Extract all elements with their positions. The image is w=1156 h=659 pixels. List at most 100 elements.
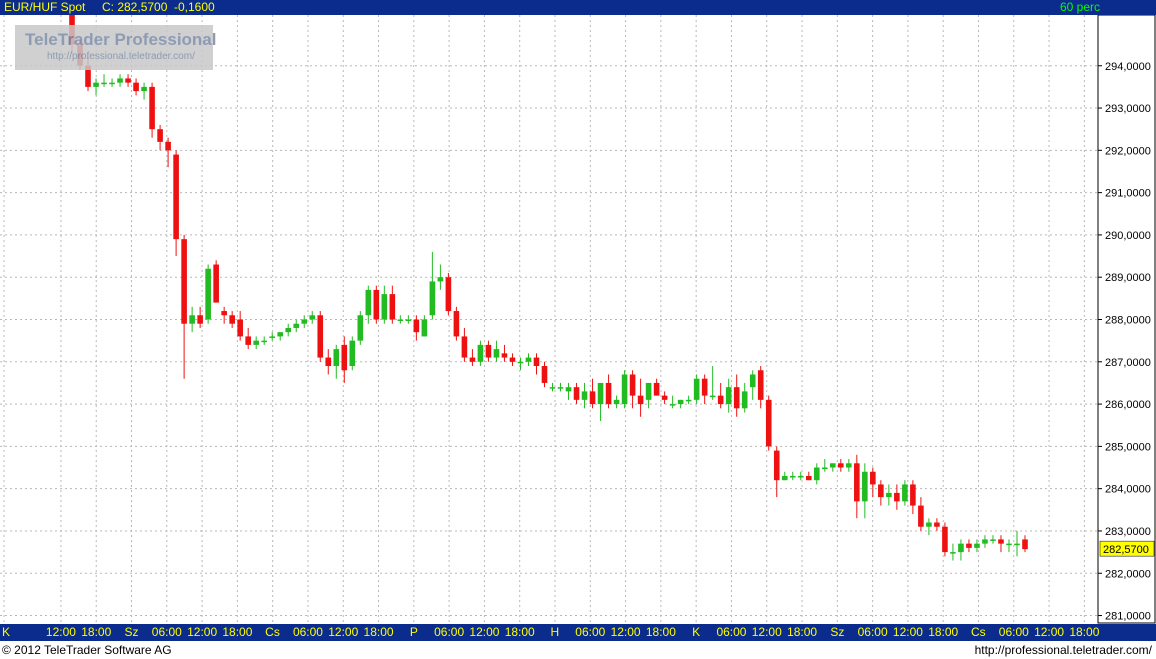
candle-body: [101, 82, 107, 85]
candle-body: [541, 366, 548, 383]
interval-label[interactable]: 60 perc: [1060, 0, 1100, 15]
x-tick-label: P: [409, 625, 418, 639]
candle-body: [453, 311, 460, 337]
candle-body: [693, 378, 700, 400]
chart-header-bar: EUR/HUF Spot C: 282,5700 -0,1600 60 perc: [0, 0, 1156, 15]
plot-area[interactable]: 281,0000 282,0000 283,0000 284,0000 285,0000…: [0, 0, 1156, 629]
candle-body: [109, 82, 115, 85]
candle-body: [469, 357, 476, 362]
x-tick-label: 18:00: [787, 625, 818, 639]
candle-body: [413, 319, 420, 333]
x-tick-label: 12:00: [751, 625, 782, 639]
candle-body: [261, 340, 268, 343]
candle-body: [237, 319, 243, 337]
candle-body: [918, 505, 924, 527]
candle-body: [533, 357, 540, 367]
candle-body: [357, 315, 364, 341]
candle-body: [317, 315, 324, 358]
y-tick-label: 288,0000: [1105, 315, 1151, 327]
candle-body: [677, 399, 684, 405]
candle-body: [661, 395, 668, 400]
y-tick-label: 286,0000: [1105, 399, 1151, 411]
x-tick-label: Cs: [265, 625, 280, 639]
candle-body: [998, 539, 1004, 544]
candle-body: [725, 387, 732, 405]
candle-body: [277, 332, 284, 337]
symbol-label[interactable]: EUR/HUF Spot: [4, 0, 85, 15]
candle-body: [397, 319, 404, 321]
x-tick-label: K: [2, 625, 11, 639]
candle-body: [838, 463, 844, 468]
candle-body: [741, 391, 748, 409]
x-tick-label: 18:00: [645, 625, 676, 639]
x-tick-label: 18:00: [363, 625, 394, 639]
y-tick-label: 290,0000: [1105, 230, 1151, 242]
candle-body: [958, 543, 964, 553]
x-tick-label: 18:00: [222, 625, 253, 639]
y-tick-label: 291,0000: [1105, 188, 1151, 200]
candle-body: [229, 315, 235, 324]
candle-body: [285, 327, 292, 333]
x-tick-label: 18:00: [504, 625, 535, 639]
candle-body: [381, 294, 388, 320]
candle-body: [966, 543, 972, 548]
candle-body: [717, 395, 724, 405]
price-change-label: -0,1600: [174, 0, 215, 14]
candle-body: [549, 387, 556, 389]
candle-body: [269, 336, 276, 338]
candle-body: [757, 370, 764, 400]
candle-body: [605, 382, 612, 405]
footer: © 2012 TeleTrader Software AG http://pro…: [0, 641, 1156, 659]
candle-body: [573, 387, 580, 400]
candlestick-chart[interactable]: 281,0000 282,0000 283,0000 284,0000 285,0000…: [0, 0, 1156, 624]
x-tick-label: 06:00: [292, 625, 323, 639]
candle-body: [645, 382, 652, 400]
candle-body: [525, 357, 532, 362]
y-tick-label: 281,0000: [1105, 611, 1151, 623]
candle-body: [517, 361, 524, 364]
candle-body: [701, 378, 708, 396]
candle-body: [133, 82, 139, 92]
candle-body: [485, 344, 492, 358]
y-tick-label: 289,0000: [1105, 272, 1151, 284]
candle-body: [197, 315, 203, 324]
candle-body: [557, 387, 564, 389]
candle-body: [349, 340, 356, 367]
x-tick-label: 06:00: [716, 625, 747, 639]
candle-body: [886, 492, 892, 498]
candle-body: [245, 336, 251, 345]
candle-body: [461, 336, 468, 358]
y-tick-label: 294,0000: [1105, 61, 1151, 73]
candle-body: [894, 492, 900, 502]
teletrader-logo: TeleTrader Professional http://professio…: [15, 25, 217, 70]
candle-body: [709, 395, 716, 398]
x-tick-label: 06:00: [857, 625, 888, 639]
y-tick-label: 292,0000: [1105, 145, 1151, 157]
x-tick-label: 06:00: [998, 625, 1029, 639]
candle-body: [733, 387, 740, 409]
candle-body: [789, 475, 796, 478]
candle-body: [990, 539, 996, 541]
candle-body: [637, 395, 644, 405]
candle-body: [902, 484, 908, 502]
x-tick-label: 18:00: [1069, 625, 1100, 639]
candle-body: [813, 467, 820, 481]
candle-body: [477, 344, 484, 362]
candle-body: [653, 382, 660, 396]
candle-body: [1006, 543, 1012, 546]
candle-body: [926, 522, 932, 527]
candle-body: [189, 315, 195, 324]
candle-body: [805, 475, 812, 481]
footer-url-link[interactable]: http://professional.teletrader.com/: [975, 641, 1152, 659]
candle-body: [950, 552, 956, 554]
candle-body: [509, 357, 516, 362]
candle-body: [341, 344, 348, 371]
candle-body: [149, 86, 155, 130]
candle-body: [293, 323, 300, 328]
candle-body: [437, 277, 444, 282]
y-tick-label: 282,0000: [1105, 568, 1151, 580]
x-tick-label: H: [550, 625, 560, 639]
candle-body: [213, 264, 219, 303]
candle-body: [173, 154, 179, 240]
logo-name: TeleTrader Professional: [25, 30, 217, 49]
